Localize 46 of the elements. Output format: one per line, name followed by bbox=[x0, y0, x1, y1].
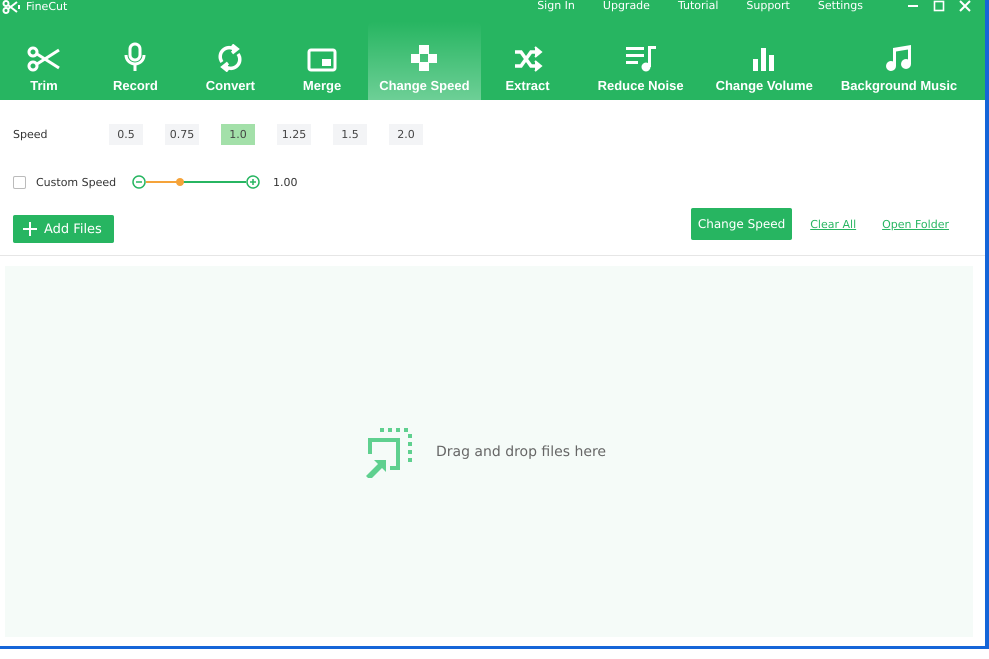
toolbar-button[interactable]: Record bbox=[102, 22, 169, 100]
toolbar-button[interactable]: Trim bbox=[16, 22, 72, 100]
header-link[interactable]: Support bbox=[732, 0, 804, 12]
drop-hint: Drag and drop files here bbox=[436, 444, 606, 460]
link[interactable]: Open Folder bbox=[882, 218, 949, 230]
scissors-logo-icon bbox=[2, 0, 22, 14]
speed-option[interactable]: 0.5 bbox=[109, 124, 143, 144]
speed-label: Speed bbox=[13, 128, 48, 140]
toolbar-button[interactable]: Extract bbox=[494, 22, 561, 100]
toolbar-button[interactable]: Background Music bbox=[830, 22, 968, 100]
app-title: FineCut bbox=[26, 1, 68, 13]
change-speed-button[interactable]: Change Speed bbox=[690, 208, 792, 240]
header-link[interactable]: Sign In bbox=[523, 0, 589, 12]
plus-icon[interactable] bbox=[246, 175, 260, 189]
speed-option[interactable]: 1.25 bbox=[277, 124, 311, 144]
plus-icon bbox=[23, 222, 37, 236]
slider-thumb[interactable] bbox=[176, 178, 184, 186]
toolbar-button[interactable]: Change Volume bbox=[704, 22, 824, 100]
header-link[interactable]: Settings bbox=[804, 0, 877, 12]
speed-option[interactable]: 1.5 bbox=[333, 124, 367, 144]
close-icon[interactable] bbox=[959, 0, 971, 12]
toolbar-button[interactable]: Merge bbox=[292, 22, 352, 100]
music-note-icon bbox=[885, 44, 913, 72]
drop-zone[interactable]: Drag and drop files here bbox=[5, 266, 973, 637]
header-link[interactable]: Tutorial bbox=[664, 0, 732, 12]
speed-option[interactable]: 1.0 bbox=[221, 124, 255, 144]
music-list-icon bbox=[624, 44, 657, 72]
minus-icon[interactable] bbox=[132, 175, 146, 189]
maximize-icon[interactable] bbox=[933, 0, 945, 12]
microphone-icon bbox=[123, 42, 148, 72]
toolbar-button[interactable]: Reduce Noise bbox=[586, 22, 695, 100]
shuffle-icon bbox=[512, 46, 543, 72]
bar-chart-icon bbox=[752, 46, 776, 72]
speed-value: 1.00 bbox=[273, 176, 298, 188]
four-squares-icon bbox=[410, 44, 438, 72]
custom-speed-label: Custom Speed bbox=[36, 176, 118, 188]
header-link[interactable]: Upgrade bbox=[588, 0, 664, 12]
checkbox[interactable] bbox=[13, 176, 26, 188]
speed-option[interactable]: 2.0 bbox=[389, 124, 423, 144]
add-files-button[interactable]: Add Files bbox=[13, 215, 114, 243]
picture-in-picture-icon bbox=[307, 48, 338, 72]
refresh-icon bbox=[217, 44, 244, 72]
speed-option[interactable]: 0.75 bbox=[165, 124, 199, 144]
link[interactable]: Clear All bbox=[810, 218, 856, 230]
scissors-icon bbox=[27, 46, 61, 72]
toolbar-button[interactable]: Convert bbox=[194, 22, 266, 100]
